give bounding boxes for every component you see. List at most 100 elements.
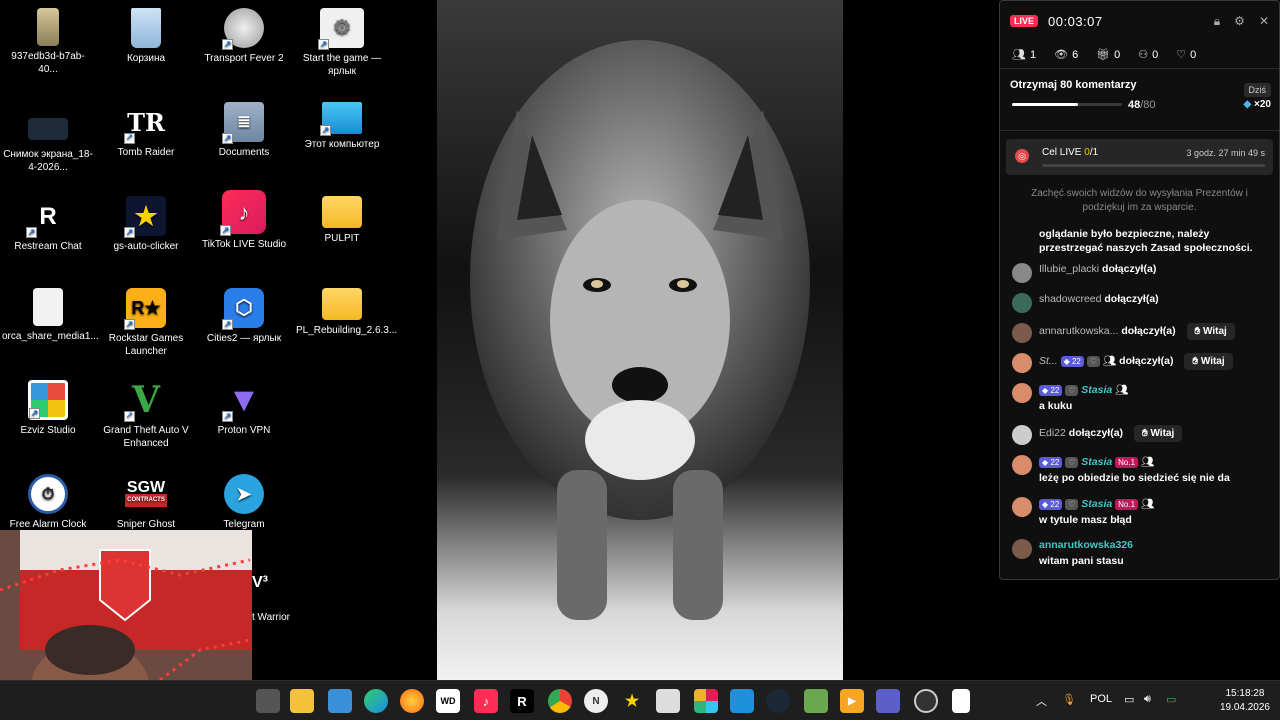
steam-icon[interactable] [766,689,790,713]
media-player-icon[interactable]: ▶ [840,689,864,713]
chat-username[interactable]: Stasia [1081,384,1112,396]
edge-icon[interactable] [364,689,388,713]
fan-badge: ♡ [1065,384,1079,396]
desktop-icon-auto-clicker[interactable]: ★ ↗ gs-auto-clicker [98,196,194,253]
avatar [1012,353,1032,373]
desktop-icon-tiktok[interactable]: ♪ ↗ TikTok LIVE Studio [196,190,292,251]
network-icon[interactable]: ▭ [1124,693,1134,706]
n-app-icon[interactable]: N [584,689,608,713]
slack-icon[interactable] [694,689,718,713]
close-icon[interactable]: ✕ [1259,14,1269,29]
lock-icon[interactable]: 🔒︎ [1214,14,1220,29]
chat-username[interactable]: Stasia [1081,456,1112,468]
stat-shares[interactable]: ⚇ 0 [1138,48,1159,62]
chat-message-text: leżę po obiedzie bo siedzieć się nie da [1039,472,1230,484]
notepad-icon[interactable] [952,689,970,713]
task-view-icon[interactable] [256,689,280,713]
battery-icon[interactable]: ▭ [1166,693,1176,706]
tray-overflow-icon[interactable]: ︿ [1036,693,1047,709]
desktop-icon-transport-fever[interactable]: ↗ Transport Fever 2 [196,8,292,65]
desktop-icon-this-pc[interactable]: ↗ Этот компьютер [294,102,390,151]
photos-icon[interactable] [730,689,754,713]
live-goal-card[interactable]: ◎ Cel LIVE 0/1 3 godz. 27 min 49 s [1006,139,1273,175]
stat-viewers[interactable]: 👥︎ 1 [1012,48,1036,62]
restream-taskbar-icon[interactable]: R [510,689,534,713]
chat-username[interactable]: annarutkowska326 [1039,539,1133,551]
box-app-icon[interactable] [656,689,680,713]
file-explorer-icon[interactable] [290,689,314,713]
desktop-icon-ezviz[interactable]: ↗ Ezviz Studio [0,380,96,437]
proton-vpn-icon: ▼ ↗ [222,380,261,422]
avatar [1012,455,1032,475]
microphone-icon[interactable]: 🎙︎ [1062,693,1076,706]
shortcut-arrow-icon: ↗ [222,411,233,422]
desktop-icon-gta[interactable]: V ↗ Grand Theft Auto V Enhanced [98,380,194,450]
avatar [1012,497,1032,517]
obs-icon[interactable] [914,689,938,713]
desktop-icon-label: Documents [218,147,270,158]
stat-gifts[interactable]: 🎁︎ 0 [1096,48,1120,62]
star-app-icon[interactable]: ★ [620,689,644,713]
cortana-icon[interactable] [328,689,352,713]
clock[interactable]: 15:18:28 19.04.2026 [1220,687,1270,715]
desktop-icon-cities[interactable]: ⬡ ↗ Cities2 — ярлык [196,288,292,345]
desktop-icon-pulpit[interactable]: PULPIT [294,196,390,245]
minecraft-icon[interactable] [804,689,828,713]
chat-username[interactable]: St... [1039,355,1058,367]
desktop-icon-file-937[interactable]: 937edb3d-b7ab-40... [0,8,96,76]
chat-username[interactable]: Edi22 [1039,427,1066,439]
welcome-button[interactable]: ✋︎ Witaj [1184,353,1233,370]
shortcut-arrow-icon: ↗ [222,133,233,144]
rockstar-icon: R★ ↗ [124,288,166,330]
level-badge: ◆ 22 [1039,384,1063,396]
chat-action: dołączył(a) [1102,263,1157,275]
goal-progress-bar [1012,103,1122,106]
folder-icon [322,196,362,228]
teams-icon[interactable] [876,689,900,713]
stat-shares-value: 0 [1152,48,1159,61]
community-rule-text: oglądanie było bezpieczne, należy przest… [1039,228,1253,254]
wolf-wallpaper [437,0,843,680]
rank-badge: No.1 [1115,498,1139,510]
wd-icon[interactable]: WD [436,689,460,713]
chat-username[interactable]: Stasia [1081,498,1112,510]
chrome-icon[interactable] [548,689,572,713]
shortcut-arrow-icon: ↗ [124,227,135,238]
partial-icon-label: V³ t Warrior [252,566,292,626]
desktop-icon-pl-rebuilding[interactable]: PL_Rebuilding_2.6.3... [294,288,397,337]
desktop-icon-screenshot[interactable]: Снимок экрана_18-4-2026... [0,110,96,174]
gta-glyph: V [132,378,160,421]
desktop-icon-recycle-bin[interactable]: Корзина [98,8,194,65]
rockstar-glyph: R★ [131,297,161,318]
tiktok-taskbar-icon[interactable]: ♪ [474,689,498,713]
sgw-icon: SGW CONTRACTS [124,474,168,514]
desktop-icon-start-game[interactable]: ⚙ ↗ Start the game — ярлык [294,8,390,78]
goal-current: 48 [1128,99,1141,111]
auto-clicker-icon: ★ ↗ [124,196,166,238]
stat-likes[interactable]: ♡ 0 [1176,48,1196,62]
chat-message-row: ◆ 22 ♡ Stasia No.1 👥︎ leżę po obiedzie b… [1010,455,1269,497]
desktop-icon-alarm-clock[interactable]: ⏱ Free Alarm Clock [0,474,96,531]
shortcut-arrow-icon: ↗ [320,125,331,136]
desktop-icon-label: Rockstar Games Launcher [108,333,184,357]
chat-username[interactable]: shadowcreed [1039,293,1101,305]
welcome-button[interactable]: ✋︎ Witaj [1133,425,1183,442]
chat-username[interactable]: Illubie_placki [1039,263,1099,275]
desktop-icon-tomb-raider[interactable]: TR ↗ Tomb Raider [98,102,194,159]
shortcut-arrow-icon: ↗ [222,39,233,50]
desktop-icon-telegram[interactable]: ➤ Telegram [196,474,292,531]
desktop-icon-rockstar[interactable]: R★ ↗ Rockstar Games Launcher [98,288,194,358]
goal-today-badge: Dziś [1243,83,1271,97]
desktop-icon-documents[interactable]: ≣ ↗ Documents [196,102,292,159]
volume-icon[interactable]: 🔊︎ [1144,693,1151,706]
gta-icon: V ↗ [124,378,166,422]
chat-username[interactable]: annarutkowska... [1039,325,1118,337]
welcome-button[interactable]: ✋︎ Witaj [1186,323,1235,340]
desktop-icon-orca[interactable]: orca_share_media1... [0,288,99,343]
firefox-icon[interactable] [400,689,424,713]
stat-views[interactable]: 👁︎ 6 [1054,48,1078,62]
language-indicator[interactable]: POL [1090,693,1112,705]
desktop-icon-restream[interactable]: R ↗ Restream Chat [0,196,96,253]
desktop-icon-proton[interactable]: ▼ ↗ Proton VPN [196,380,292,437]
settings-icon[interactable]: ⚙ [1234,14,1245,29]
